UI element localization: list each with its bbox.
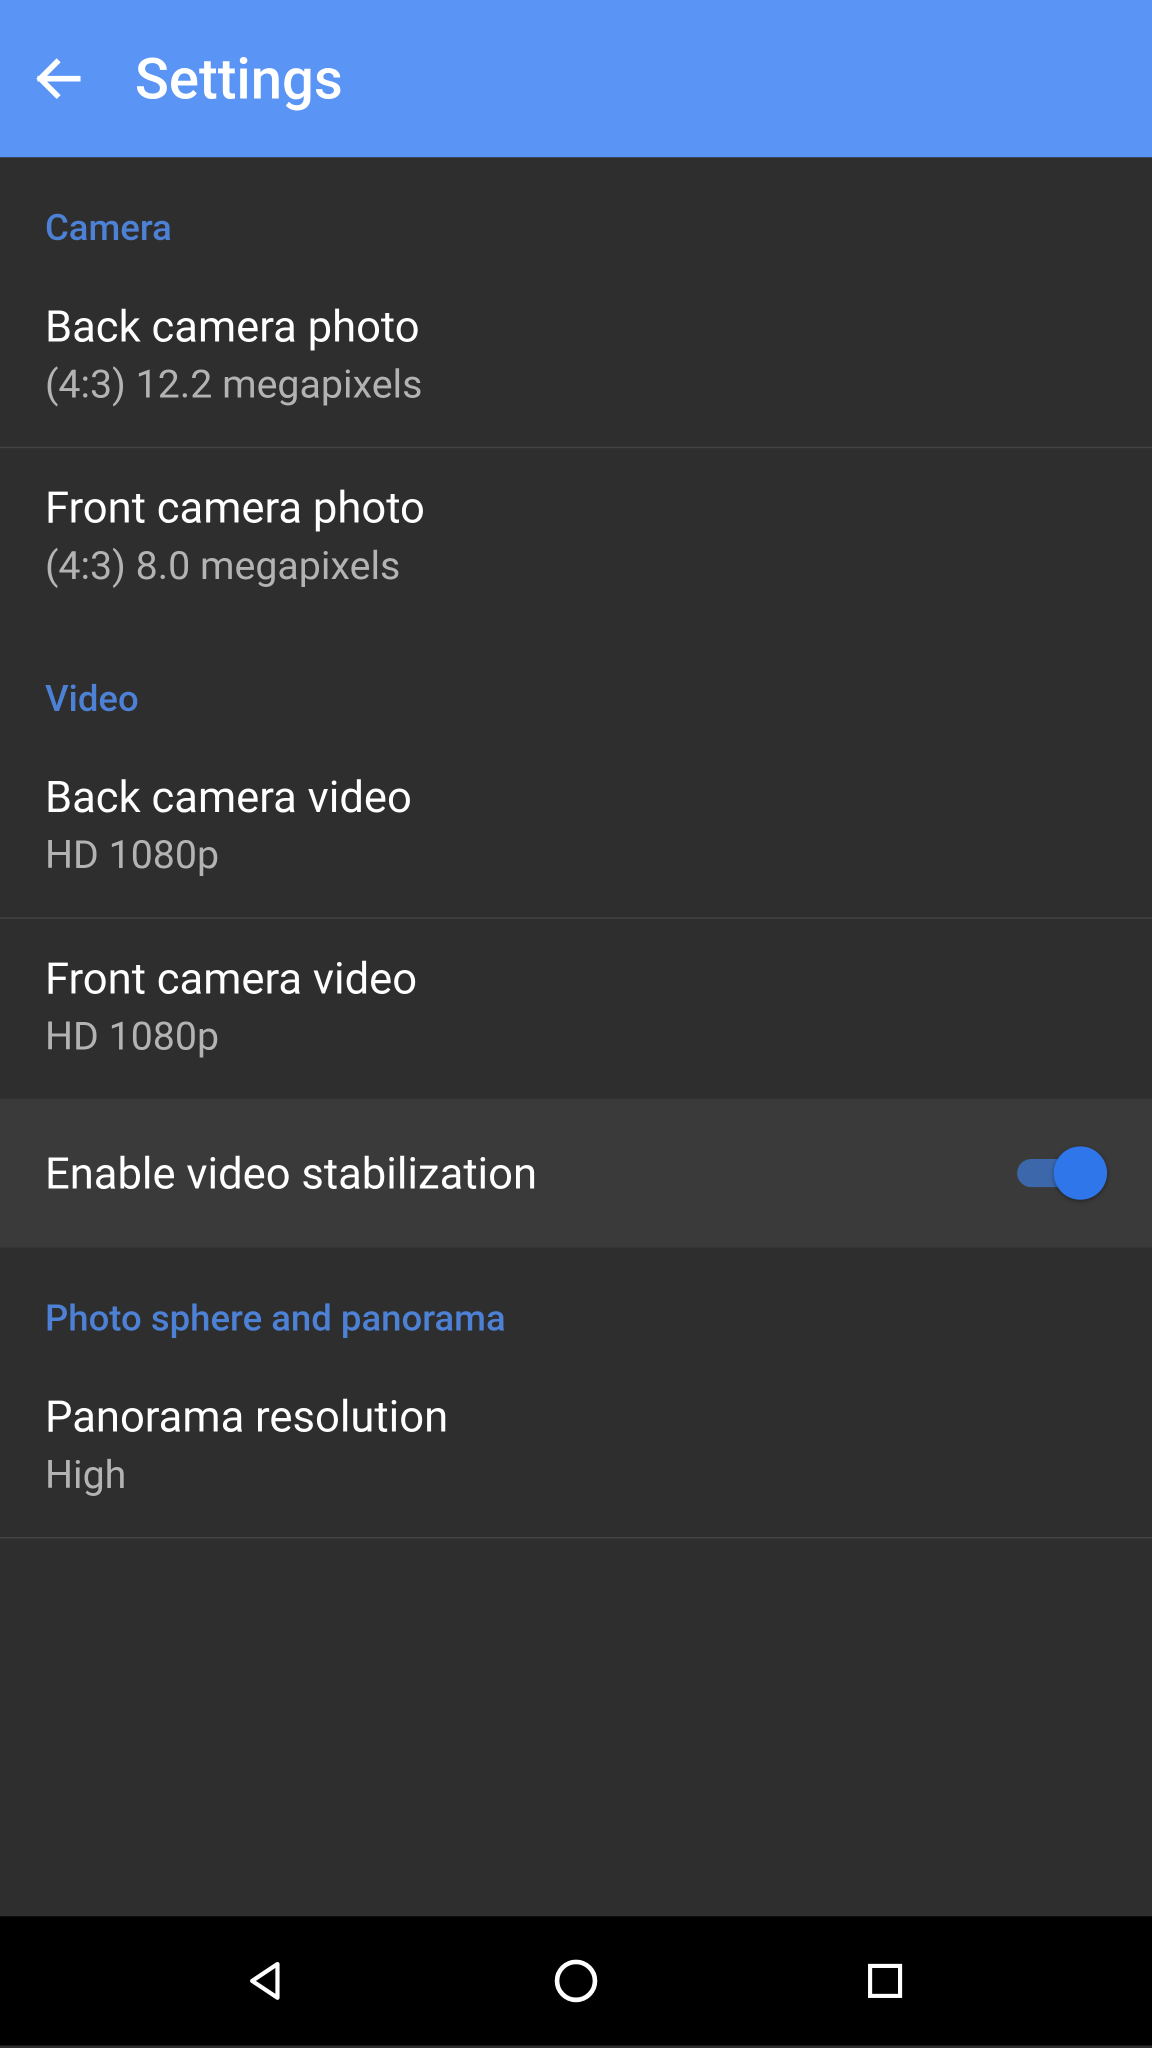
triangle-back-icon [242,1956,293,2007]
back-button[interactable] [25,45,92,112]
nav-back-button[interactable] [225,1939,309,2023]
setting-front-camera-photo[interactable]: Front camera photo (4:3) 8.0 megapixels [0,448,1152,628]
setting-value: (4:3) 12.2 megapixels [45,361,422,407]
setting-value: HD 1080p [45,1013,417,1059]
setting-title: Back camera photo [45,301,422,353]
square-recent-icon [863,1958,908,2003]
setting-value: (4:3) 8.0 megapixels [45,542,425,588]
setting-front-camera-video[interactable]: Front camera video HD 1080p [0,919,1152,1099]
navigation-bar [0,1916,1152,2045]
section-header-video: Video [0,628,1152,738]
setting-value: High [45,1451,448,1497]
page-title: Settings [135,46,343,112]
setting-title: Front camera photo [45,482,425,534]
stabilization-toggle[interactable] [1017,1146,1107,1199]
app-bar: Settings [0,0,1152,157]
setting-title: Enable video stabilization [45,1147,537,1199]
circle-home-icon [551,1956,602,2007]
nav-home-button[interactable] [534,1939,618,2023]
setting-title: Back camera video [45,771,412,823]
setting-back-camera-video[interactable]: Back camera video HD 1080p [0,738,1152,919]
setting-value: HD 1080p [45,832,412,878]
section-header-panorama: Photo sphere and panorama [0,1248,1152,1358]
section-header-camera: Camera [0,157,1152,267]
setting-back-camera-photo[interactable]: Back camera photo (4:3) 12.2 megapixels [0,267,1152,448]
setting-title: Front camera video [45,953,417,1005]
setting-panorama-resolution[interactable]: Panorama resolution High [0,1357,1152,1538]
switch-thumb [1054,1146,1107,1199]
settings-list: Camera Back camera photo (4:3) 12.2 mega… [0,157,1152,1916]
setting-enable-video-stabilization[interactable]: Enable video stabilization [0,1099,1152,1248]
setting-title: Panorama resolution [45,1391,448,1443]
arrow-left-icon [31,51,87,107]
nav-recent-button[interactable] [843,1939,927,2023]
